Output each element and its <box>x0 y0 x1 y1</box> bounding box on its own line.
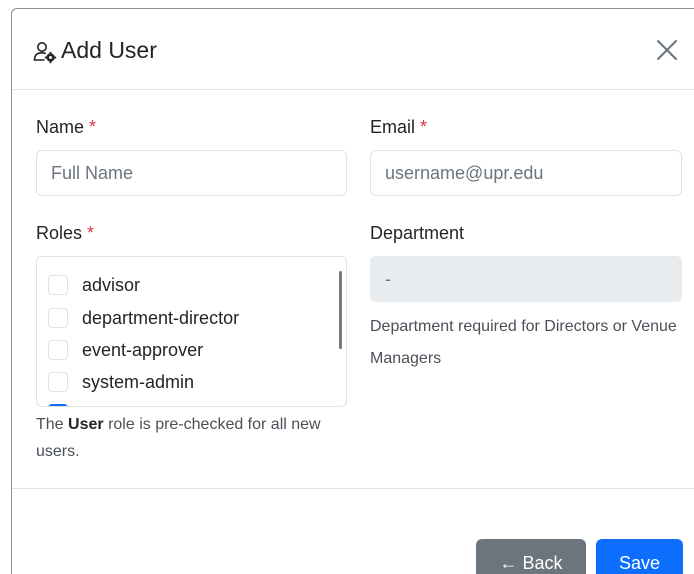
name-label: Name * <box>36 115 96 139</box>
name-label-text: Name <box>36 117 85 137</box>
roles-scrollbar[interactable] <box>339 271 342 349</box>
role-label: advisor <box>82 275 141 295</box>
role-checkbox[interactable] <box>48 372 68 392</box>
back-button[interactable]: ← Back <box>476 539 586 574</box>
role-item-system-admin[interactable]: system-admin <box>48 370 194 394</box>
roles-label: Roles * <box>36 221 94 245</box>
required-marker: * <box>87 223 95 243</box>
role-item-department-director[interactable]: department-director <box>48 306 239 330</box>
close-icon[interactable] <box>652 35 682 65</box>
role-label: department-director <box>82 308 240 328</box>
role-label: system-admin <box>82 372 195 392</box>
name-input[interactable] <box>36 150 347 196</box>
department-help-text: Department required for Directors or Ven… <box>370 318 677 367</box>
role-checkbox[interactable] <box>48 308 68 328</box>
modal-footer: ← Back Save <box>12 488 694 574</box>
roles-label-text: Roles <box>36 223 83 243</box>
roles-list[interactable]: advisor department-director event-approv… <box>36 256 347 407</box>
email-input[interactable] <box>370 150 682 196</box>
modal-title: Add User <box>61 37 157 63</box>
role-label: user <box>82 402 117 406</box>
modal-header: Add User <box>12 9 694 90</box>
role-item-event-approver[interactable]: event-approver <box>48 338 203 362</box>
email-label: Email * <box>370 115 427 139</box>
role-checkbox[interactable] <box>48 340 68 360</box>
role-item-user[interactable]: user <box>48 402 117 406</box>
email-label-text: Email <box>370 117 416 137</box>
role-item-advisor[interactable]: advisor <box>48 273 140 297</box>
save-button[interactable]: Save <box>596 539 683 574</box>
department-select <box>370 256 682 302</box>
user-gear-icon <box>33 42 57 64</box>
help-bold: User <box>68 416 104 433</box>
role-checkbox[interactable] <box>48 275 68 295</box>
role-label: event-approver <box>82 340 204 360</box>
add-user-modal: Add User Name * Email * Roles * advisor … <box>11 8 694 574</box>
required-marker: * <box>89 117 97 137</box>
required-marker: * <box>420 117 428 137</box>
role-checkbox-checked[interactable] <box>48 404 68 406</box>
department-label: Department <box>370 223 465 243</box>
roles-help-text: The User role is pre-checked for all new… <box>36 411 356 465</box>
help-prefix: The <box>36 416 64 433</box>
